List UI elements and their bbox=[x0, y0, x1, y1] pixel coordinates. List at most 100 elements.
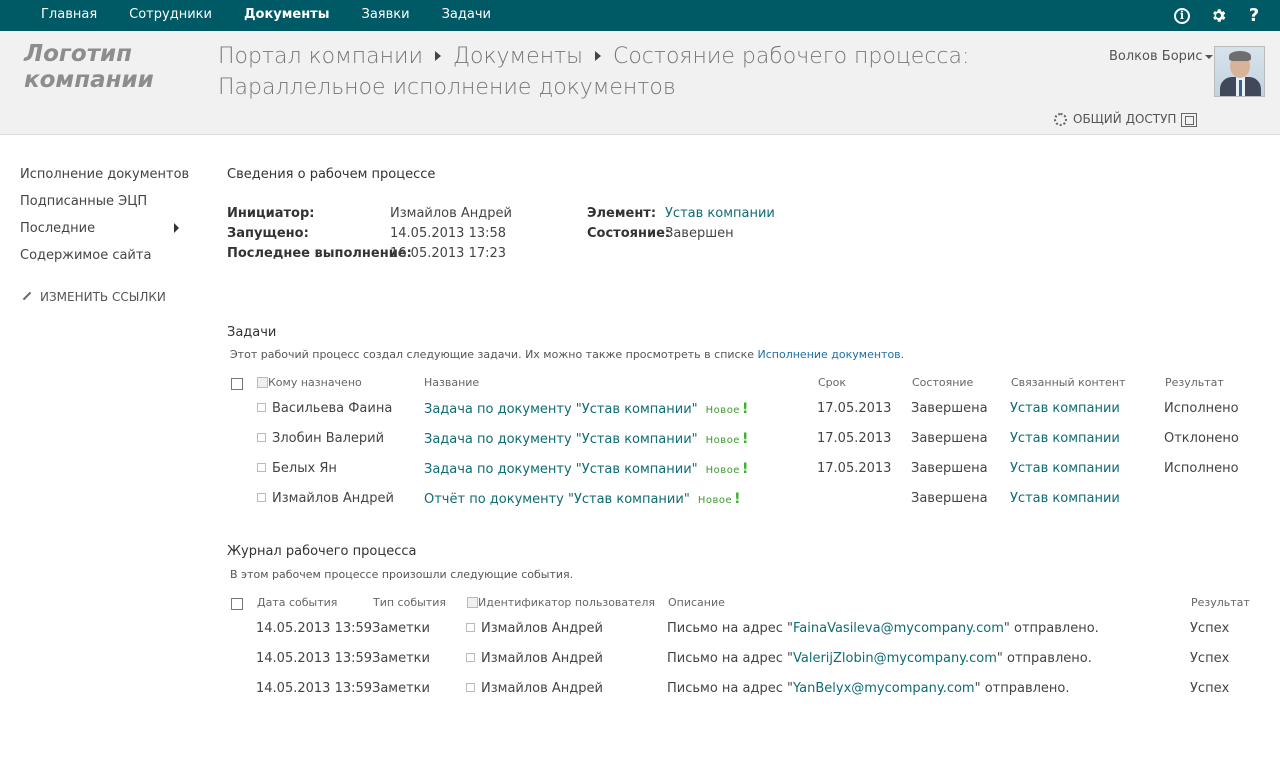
column-log-result[interactable]: Результат bbox=[1191, 596, 1250, 609]
company-logo[interactable]: Логотип компании bbox=[24, 41, 154, 93]
column-description[interactable]: Описание bbox=[668, 596, 725, 609]
row-checkbox[interactable] bbox=[466, 623, 475, 632]
new-badge: Новое! bbox=[698, 491, 741, 507]
task-assignee: Измайлов Андрей bbox=[272, 491, 394, 506]
table-row[interactable]: 14.05.2013 13:59 Заметки Измайлов Андрей… bbox=[227, 645, 1267, 675]
table-row[interactable]: Измайлов Андрей Отчёт по документу "Уста… bbox=[227, 485, 1267, 515]
column-event-date[interactable]: Дата события bbox=[257, 596, 337, 609]
column-title[interactable]: Название bbox=[424, 376, 479, 389]
tasks-table-header: Кому назначено Название Срок Состояние С… bbox=[227, 373, 1267, 395]
column-due[interactable]: Срок bbox=[818, 376, 846, 389]
task-title-link[interactable]: Задача по документу "Устав компании" bbox=[424, 432, 698, 447]
left-nav-item-site-contents[interactable]: Содержимое сайта bbox=[20, 247, 190, 274]
element-link[interactable]: Устав компании bbox=[665, 206, 775, 221]
tasks-description-end: . bbox=[900, 348, 905, 361]
row-checkbox[interactable] bbox=[466, 653, 475, 662]
select-all-checkbox[interactable] bbox=[231, 378, 243, 390]
event-date: 14.05.2013 13:59 bbox=[256, 621, 373, 636]
event-desc-suffix: " отправлено. bbox=[974, 681, 1070, 696]
tasks-list-link[interactable]: Исполнение документов bbox=[758, 348, 901, 361]
top-nav: Главная Сотрудники Документы Заявки Зада… bbox=[25, 0, 507, 31]
tasks-title: Задачи bbox=[227, 325, 277, 340]
row-checkbox[interactable] bbox=[466, 683, 475, 692]
left-nav-item-recent[interactable]: Последние bbox=[20, 220, 190, 247]
new-exclamation-icon: ! bbox=[741, 461, 749, 477]
info-icon: i bbox=[1174, 7, 1190, 24]
task-title-link[interactable]: Отчёт по документу "Устав компании" bbox=[424, 492, 690, 507]
event-user: Измайлов Андрей bbox=[481, 651, 603, 666]
row-checkbox[interactable] bbox=[257, 493, 266, 502]
edit-links-label: ИЗМЕНИТЬ ССЫЛКИ bbox=[40, 290, 166, 304]
task-due: 17.05.2013 bbox=[817, 401, 892, 416]
logo-line-1: Логотип bbox=[24, 41, 133, 67]
left-nav-item-document-execution[interactable]: Исполнение документов bbox=[20, 166, 190, 193]
task-assignee: Злобин Валерий bbox=[272, 431, 385, 446]
breadcrumb-portal[interactable]: Портал компании bbox=[218, 44, 423, 69]
task-result: Отклонено bbox=[1164, 431, 1239, 446]
new-badge: Новое! bbox=[706, 401, 749, 417]
log-table: Дата события Тип события Идентификатор п… bbox=[227, 593, 1267, 705]
new-badge: Новое! bbox=[706, 431, 749, 447]
tasks-table: Кому назначено Название Срок Состояние С… bbox=[227, 373, 1267, 515]
task-content-link[interactable]: Устав компании bbox=[1010, 461, 1120, 476]
task-content-link[interactable]: Устав компании bbox=[1010, 491, 1120, 506]
row-checkbox[interactable] bbox=[257, 433, 266, 442]
started-value: 14.05.2013 13:58 bbox=[390, 226, 507, 241]
event-type: Заметки bbox=[372, 651, 430, 666]
new-badge: Новое! bbox=[706, 461, 749, 477]
log-table-header: Дата события Тип события Идентификатор п… bbox=[227, 593, 1267, 615]
share-button[interactable]: ОБЩИЙ ДОСТУП bbox=[1054, 112, 1176, 126]
chevron-right-icon[interactable] bbox=[174, 223, 179, 233]
row-checkbox[interactable] bbox=[257, 463, 266, 472]
top-nav-tasks[interactable]: Задачи bbox=[426, 0, 507, 31]
event-desc-prefix: Письмо на адрес " bbox=[667, 681, 793, 696]
settings-button[interactable] bbox=[1200, 0, 1236, 31]
task-assignee: Васильева Фаина bbox=[272, 401, 393, 416]
suite-bar: Главная Сотрудники Документы Заявки Зада… bbox=[0, 0, 1280, 31]
email-link[interactable]: ValerijZlobin@mycompany.com bbox=[793, 651, 997, 666]
task-content-link[interactable]: Устав компании bbox=[1010, 431, 1120, 446]
email-link[interactable]: YanBelyx@mycompany.com bbox=[793, 681, 975, 696]
breadcrumb-documents[interactable]: Документы bbox=[453, 44, 583, 69]
left-nav-item-recent-label: Последние bbox=[20, 221, 96, 236]
column-state[interactable]: Состояние bbox=[912, 376, 973, 389]
event-result: Успех bbox=[1190, 651, 1230, 666]
event-desc-suffix: " отправлено. bbox=[1003, 621, 1099, 636]
left-nav-item-signed[interactable]: Подписанные ЭЦП bbox=[20, 193, 190, 220]
avatar[interactable] bbox=[1214, 46, 1265, 97]
focus-mode-icon[interactable] bbox=[1181, 113, 1197, 127]
column-user-id[interactable]: Идентификатор пользователя bbox=[478, 596, 655, 609]
top-nav-requests[interactable]: Заявки bbox=[345, 0, 425, 31]
column-related-content[interactable]: Связанный контент bbox=[1011, 376, 1125, 389]
started-label: Запущено: bbox=[227, 226, 309, 241]
table-row[interactable]: Белых Ян Задача по документу "Устав комп… bbox=[227, 455, 1267, 485]
event-user: Измайлов Андрей bbox=[481, 621, 603, 636]
column-assignee[interactable]: Кому назначено bbox=[268, 376, 362, 389]
row-checkbox[interactable] bbox=[257, 403, 266, 412]
top-nav-home[interactable]: Главная bbox=[25, 0, 113, 31]
task-content-link[interactable]: Устав компании bbox=[1010, 401, 1120, 416]
column-result[interactable]: Результат bbox=[1165, 376, 1224, 389]
help-button[interactable]: ? bbox=[1236, 0, 1272, 31]
user-menu[interactable]: Волков Борис bbox=[1109, 49, 1213, 64]
top-nav-documents[interactable]: Документы bbox=[228, 0, 346, 31]
task-state: Завершена bbox=[911, 431, 988, 446]
breadcrumb-separator-icon bbox=[594, 50, 601, 61]
task-title-link[interactable]: Задача по документу "Устав компании" bbox=[424, 402, 698, 417]
column-event-type[interactable]: Тип события bbox=[373, 596, 446, 609]
task-title-link[interactable]: Задача по документу "Устав компании" bbox=[424, 462, 698, 477]
left-nav: Исполнение документов Подписанные ЭЦП По… bbox=[20, 166, 190, 274]
tasks-description-text: Этот рабочий процесс создал следующие за… bbox=[230, 348, 754, 361]
table-row[interactable]: Васильева Фаина Задача по документу "Уст… bbox=[227, 395, 1267, 425]
last-run-value: 16.05.2013 17:23 bbox=[390, 246, 507, 261]
table-row[interactable]: 14.05.2013 13:59 Заметки Измайлов Андрей… bbox=[227, 675, 1267, 705]
task-state: Завершена bbox=[911, 491, 988, 506]
table-row[interactable]: Злобин Валерий Задача по документу "Уста… bbox=[227, 425, 1267, 455]
edit-links-button[interactable]: ИЗМЕНИТЬ ССЫЛКИ bbox=[22, 290, 166, 304]
top-nav-employees[interactable]: Сотрудники bbox=[113, 0, 228, 31]
select-all-checkbox[interactable] bbox=[231, 598, 243, 610]
state-label: Состояние: bbox=[587, 226, 671, 241]
email-link[interactable]: FainaVasileva@mycompany.com bbox=[793, 621, 1004, 636]
info-button[interactable]: i bbox=[1164, 0, 1200, 31]
table-row[interactable]: 14.05.2013 13:59 Заметки Измайлов Андрей… bbox=[227, 615, 1267, 645]
